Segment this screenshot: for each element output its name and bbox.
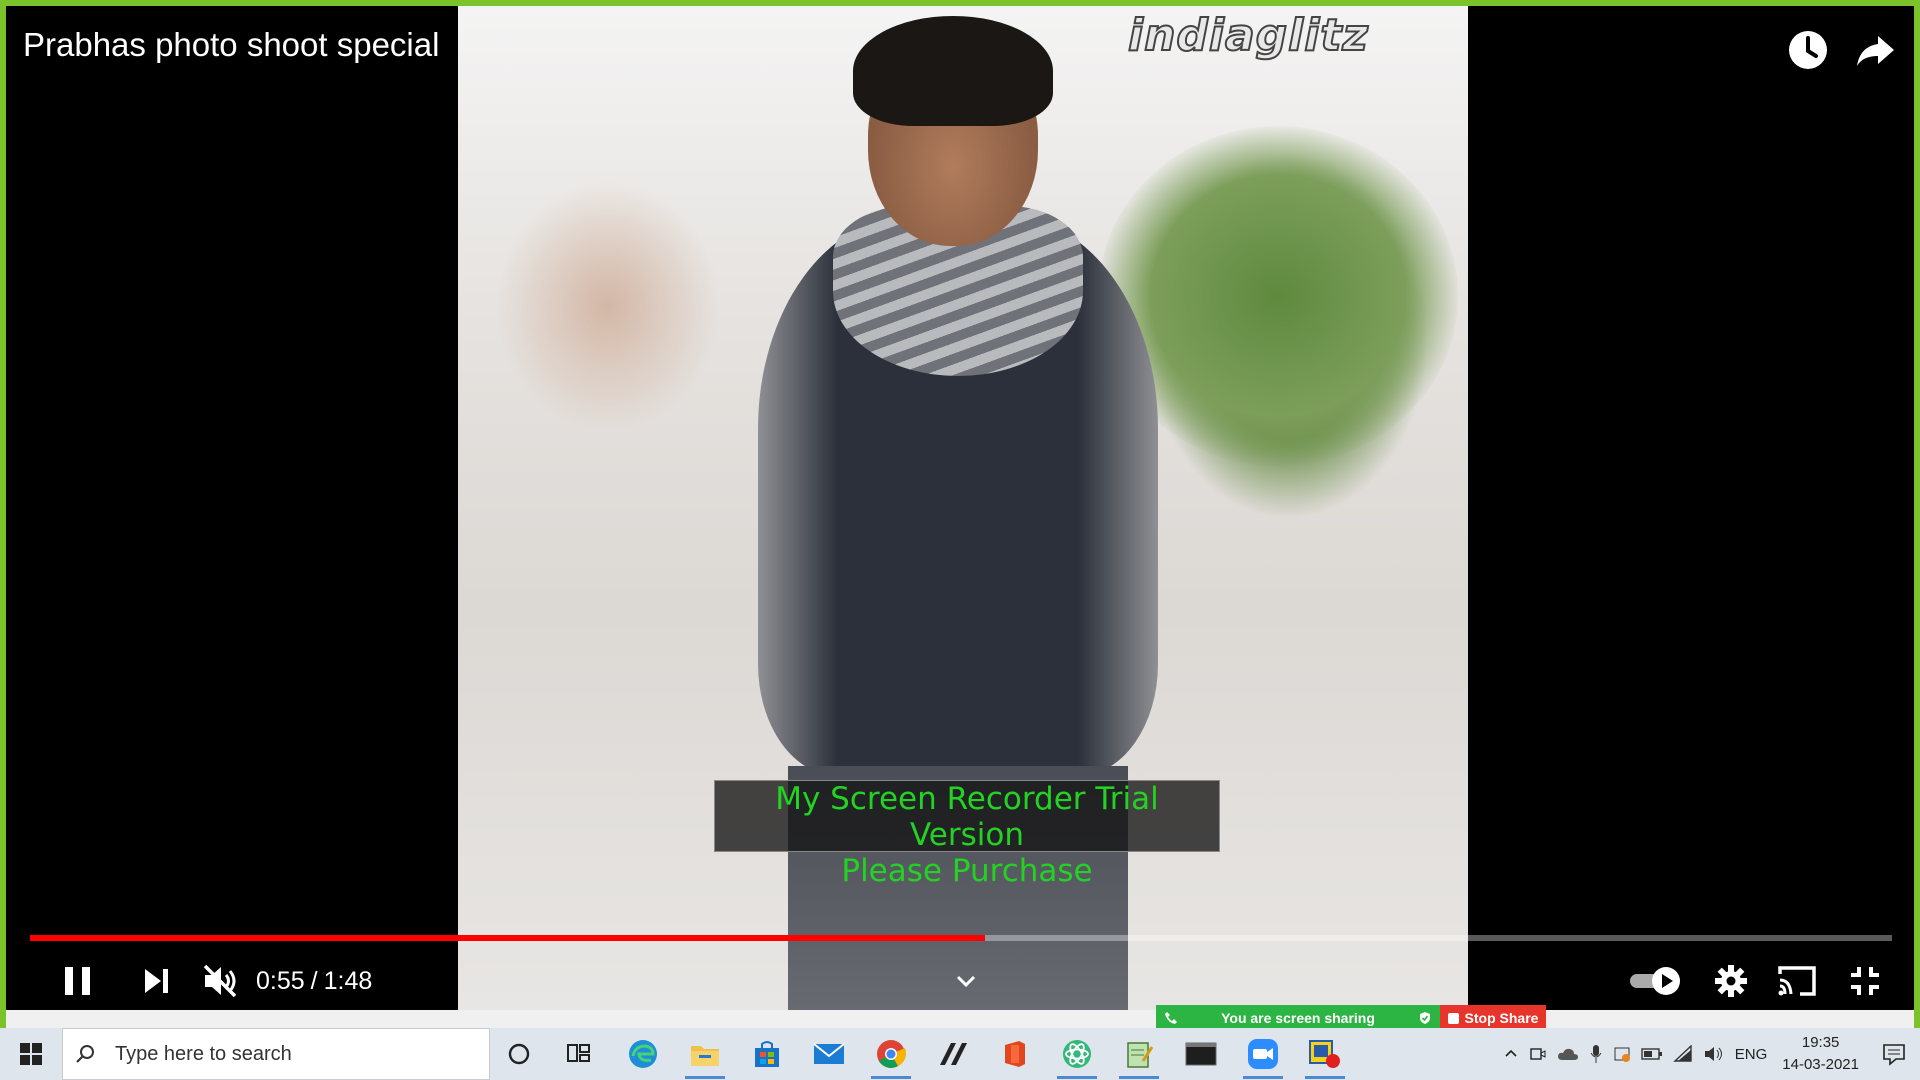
- recorder-icon[interactable]: [1300, 1034, 1350, 1079]
- progress-played: [30, 935, 986, 941]
- app-slash-icon[interactable]: [928, 1034, 978, 1074]
- wifi-icon[interactable]: [1672, 1045, 1693, 1063]
- stop-icon: [1447, 1012, 1459, 1024]
- trial-line-2: Please Purchase: [841, 853, 1093, 889]
- tray-expand-icon[interactable]: [1503, 1046, 1519, 1062]
- exit-fullscreen-button[interactable]: [1840, 956, 1890, 1006]
- notifications-icon[interactable]: [1882, 1042, 1906, 1066]
- system-tray: ENG 19:35 14-03-2021: [1498, 1028, 1920, 1080]
- player-controls: 0:55 / 1:48: [6, 956, 1914, 1006]
- progress-bar[interactable]: [30, 935, 1892, 941]
- cast-button[interactable]: [1772, 956, 1822, 1006]
- zoom-icon[interactable]: [1238, 1034, 1288, 1079]
- duration: 1:48: [323, 966, 373, 995]
- watch-later-icon[interactable]: [1784, 26, 1832, 74]
- settings-button[interactable]: [1706, 956, 1756, 1006]
- muted-volume-icon: [203, 964, 237, 998]
- clock-date: 14-03-2021: [1782, 1056, 1859, 1073]
- windows-start-icon[interactable]: [6, 1034, 56, 1074]
- atom-icon[interactable]: [1052, 1034, 1102, 1079]
- more-videos-button[interactable]: [946, 956, 986, 1006]
- sharing-status-text: You are screen sharing: [1221, 1010, 1375, 1026]
- exit-fullscreen-icon: [1851, 967, 1879, 995]
- recorder-trial-overlay: My Screen Recorder Trial Version Please …: [714, 780, 1220, 889]
- chevron-down-icon: [956, 975, 976, 988]
- cast-icon: [1778, 966, 1816, 996]
- chrome-icon[interactable]: [866, 1034, 916, 1079]
- autoplay-toggle[interactable]: [1626, 956, 1686, 1006]
- notepad-icon[interactable]: [1114, 1034, 1164, 1079]
- time-separator: /: [310, 966, 318, 995]
- windows-taskbar: Type here to search ENG 19:35 14-03-2021: [0, 1028, 1920, 1080]
- trial-line-1: My Screen Recorder Trial Version: [775, 781, 1159, 853]
- autoplay-toggle-icon: [1630, 967, 1680, 995]
- phone-icon: [1165, 1012, 1177, 1024]
- video-player[interactable]: indiaglitz Prabhas photo shoot special M…: [6, 6, 1914, 1010]
- next-button[interactable]: [128, 956, 184, 1006]
- meet-now-icon[interactable]: [1529, 1045, 1547, 1063]
- file-explorer-icon[interactable]: [680, 1034, 730, 1079]
- pause-icon: [65, 967, 90, 995]
- battery-icon[interactable]: [1641, 1047, 1663, 1061]
- search-icon: [76, 1045, 94, 1063]
- subject-hair: [853, 16, 1053, 126]
- microphone-icon[interactable]: [1589, 1044, 1603, 1064]
- mute-button[interactable]: [192, 956, 248, 1006]
- office-icon[interactable]: [990, 1034, 1040, 1074]
- edge-icon[interactable]: [618, 1034, 668, 1074]
- terminal-icon[interactable]: [1176, 1034, 1226, 1074]
- cortana-icon[interactable]: [494, 1034, 544, 1074]
- next-icon: [145, 969, 168, 993]
- video-title[interactable]: Prabhas photo shoot special: [23, 26, 439, 64]
- mail-icon[interactable]: [804, 1034, 854, 1074]
- clock-time: 19:35: [1801, 1034, 1840, 1051]
- security-icon[interactable]: [1613, 1045, 1631, 1063]
- share-icon[interactable]: [1852, 26, 1900, 74]
- time-display: 0:55 / 1:48: [256, 956, 372, 1006]
- onedrive-icon[interactable]: [1557, 1046, 1579, 1062]
- window-bottom-strip: [6, 1010, 1914, 1028]
- search-placeholder: Type here to search: [115, 1042, 292, 1065]
- current-time: 0:55: [256, 966, 305, 995]
- task-view-icon[interactable]: [554, 1034, 604, 1074]
- shield-check-icon: [1420, 1012, 1430, 1024]
- pause-button[interactable]: [50, 956, 106, 1006]
- settings-icon: [1715, 965, 1747, 997]
- taskbar-search[interactable]: Type here to search: [62, 1028, 490, 1080]
- language-indicator[interactable]: ENG: [1735, 1046, 1768, 1063]
- taskbar-clock[interactable]: 19:35 14-03-2021: [1782, 1032, 1859, 1076]
- store-icon[interactable]: [742, 1034, 792, 1074]
- volume-icon[interactable]: [1703, 1045, 1725, 1063]
- stop-share-label: Stop Share: [1464, 1010, 1539, 1026]
- watermark-logo: indiaglitz: [1127, 9, 1369, 62]
